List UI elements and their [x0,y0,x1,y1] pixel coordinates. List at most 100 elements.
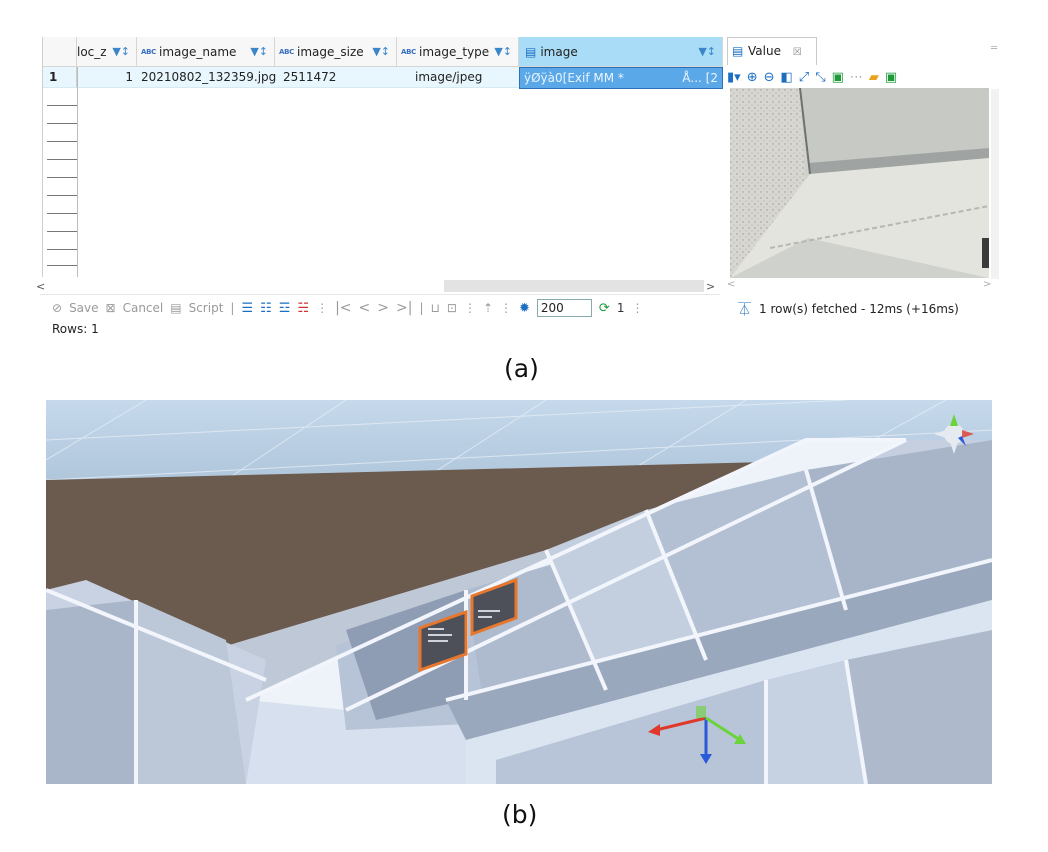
column-label: image_name [159,44,237,59]
cell-image-type[interactable]: image/jpeg [415,67,515,87]
cell-image-size[interactable]: 2511472 [283,67,393,87]
empty-row-divider [47,159,77,160]
filter-icon[interactable]: ▼↕ [494,45,512,58]
image-preview [730,88,989,278]
divider [40,294,720,295]
column-header-image-name[interactable]: ABC image_name ▼↕ [137,37,275,67]
zoom-in-icon[interactable]: ⊕ [747,70,758,85]
separator: | [419,301,424,315]
column-label: image_size [297,44,364,59]
fit-window-icon[interactable]: ⤢ [799,70,809,85]
empty-row-divider [47,141,77,142]
horizontal-scrollbar[interactable] [444,280,704,292]
scroll-right-icon[interactable]: > [706,280,715,293]
edit-row-icon[interactable]: ☰ [241,301,253,316]
scroll-right-icon[interactable]: > [983,279,991,290]
database-editor-panel: loc_z ▼↕ ABC image_name ▼↕ ABC image_siz… [0,0,1048,340]
rotate-icon[interactable]: ◧ [781,70,793,85]
caption-b: (b) [502,800,538,829]
panel-icon[interactable]: ⊡ [447,301,457,315]
scroll-left-icon[interactable]: < [727,279,735,290]
cell-image-name[interactable]: 20210802_132359.jpg [141,67,276,87]
original-size-icon[interactable]: ⤡ [815,70,825,85]
empty-row-divider [47,195,77,196]
value-tab[interactable]: ▤ Value ☒ [727,37,817,65]
content-viewer-icon[interactable]: ▮▾ [727,70,741,85]
separator: ⋮ [500,301,512,315]
empty-row-divider [47,231,77,232]
value-toolbar: ▮▾ ⊕ ⊖ ◧ ⤢ ⤡ ▣ ⋯ ▰ ▣ [727,67,1002,87]
separator: ⋮ [463,301,476,315]
status-bar: ⏄ 1 row(s) fetched - 12ms (+16ms) [738,299,959,319]
abc-type-icon: ABC [279,47,294,56]
empty-row-divider [47,105,77,106]
script-icon: ▤ [170,301,182,315]
script-button[interactable]: Script [189,301,224,315]
filter-icon[interactable]: ▼↕ [698,45,716,58]
scene-canvas [45,399,993,785]
rows-count: Rows: 1 [52,322,99,336]
results-grid: loc_z ▼↕ ABC image_name ▼↕ ABC image_siz… [42,37,723,277]
cell-image-tail: Å... [2 [682,71,718,85]
column-header-image-size[interactable]: ABC image_size ▼↕ [275,37,397,67]
export-icon[interactable]: ⇡ [483,301,493,315]
results-toolbar: ⊘ Save ⊠ Cancel ▤ Script | ☰ ☷ ☲ ☵ ⋮ |< … [52,298,643,318]
cancel-button[interactable]: Cancel [123,301,164,315]
table-row[interactable]: 1 1 20210802_132359.jpg 2511472 image/jp… [43,67,723,89]
image-column-icon: ▤ [525,44,537,59]
empty-row-divider [47,177,77,178]
panel-menu-icon[interactable]: ═ [991,43,997,54]
filter-icon[interactable]: ▼↕ [372,45,390,58]
first-page-icon[interactable]: |< [335,300,351,316]
abc-type-icon: ABC [141,47,156,56]
more-icon[interactable]: ⋯ [850,70,863,85]
cell-loc-z[interactable]: 1 [77,67,133,87]
column-label: image_type [419,44,490,59]
column-header-loc-z[interactable]: loc_z ▼↕ [77,37,137,67]
empty-row-divider [47,213,77,214]
value-tab-label: Value [748,44,781,58]
save-icon[interactable]: ▣ [885,70,897,85]
last-page-icon[interactable]: >| [396,300,412,316]
open-folder-icon[interactable]: ▰ [869,70,879,85]
refresh-icon[interactable]: ⟳ [599,301,610,316]
empty-row-divider [47,249,77,250]
layout-icon[interactable]: ⊔ [431,301,440,315]
column-header-image-type[interactable]: ABC image_type ▼↕ [397,37,519,67]
empty-row-divider [47,123,77,124]
value-panel-icon: ▤ [732,44,744,58]
prev-page-icon[interactable]: < [359,300,371,316]
caption-a: (a) [504,354,539,383]
save-icon: ⊘ [52,301,63,315]
abc-type-icon: ABC [401,47,416,56]
separator: ⋮ [631,301,644,315]
cell-image[interactable]: ÿØÿà0[Exif MM * Å... [2 [519,67,723,89]
3d-floorplan-scene[interactable] [45,399,993,785]
save-button[interactable]: Save [69,301,98,315]
row-number[interactable]: 1 [43,67,77,87]
scroll-left-icon[interactable]: < [36,280,45,293]
row-number-header [43,37,77,67]
empty-row-divider [47,265,77,266]
copy-row-icon[interactable]: ☲ [279,301,291,316]
separator: ⋮ [316,301,329,315]
column-header-image[interactable]: ▤ image ▼↕ [519,37,723,67]
row-number-divider [77,67,78,277]
settings-icon[interactable]: ✹ [519,301,530,316]
next-page-icon[interactable]: > [377,300,389,316]
column-label: loc_z [77,44,107,59]
add-row-icon[interactable]: ☷ [260,301,272,316]
fetch-size-input[interactable]: 200 [536,299,592,317]
delete-row-icon[interactable]: ☵ [297,301,309,316]
cancel-icon: ⊠ [105,301,116,315]
close-icon[interactable]: ☒ [793,47,802,58]
separator: | [230,301,235,315]
status-text: 1 row(s) fetched - 12ms (+16ms) [759,301,959,316]
image-save-icon[interactable]: ▣ [832,70,844,85]
zoom-out-icon[interactable]: ⊖ [764,70,775,85]
filter-icon[interactable]: ▼↕ [112,45,130,58]
filter-icon[interactable]: ▼↕ [250,45,268,58]
status-icon: ⏄ [738,303,752,318]
vertical-scrollbar[interactable] [991,89,999,279]
column-label: image [540,44,578,59]
